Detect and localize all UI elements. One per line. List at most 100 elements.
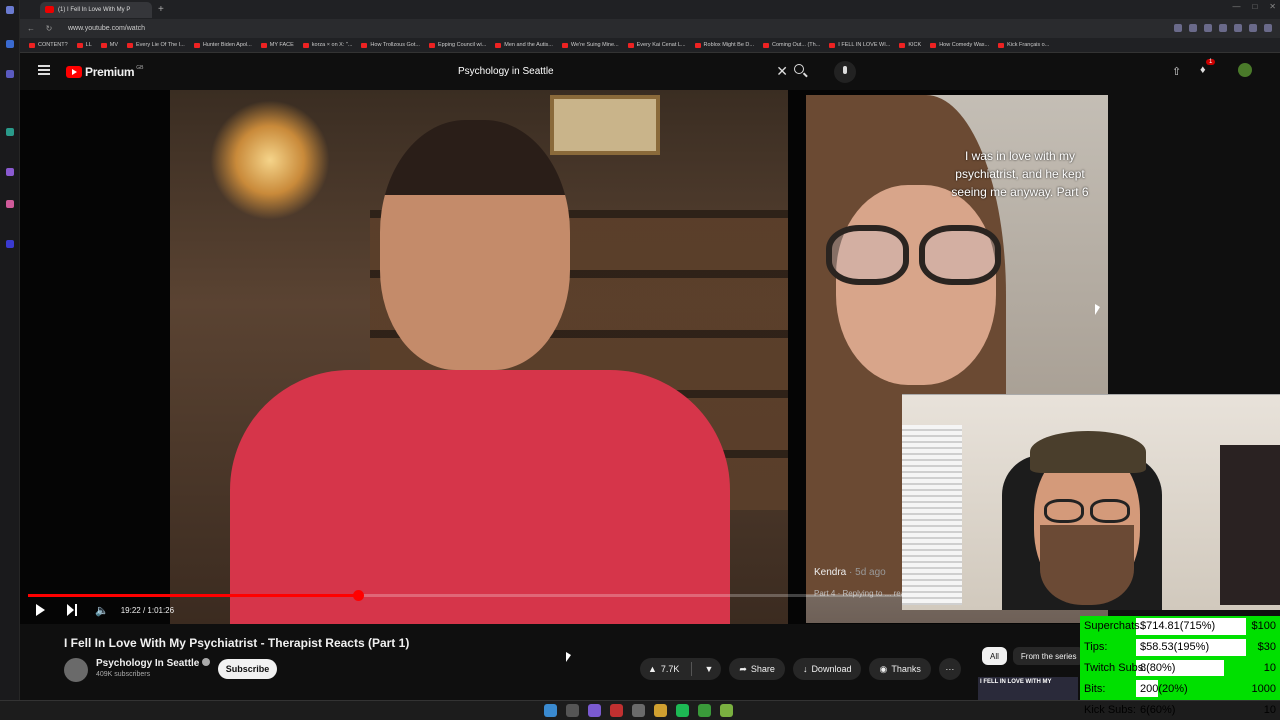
search-input[interactable]	[448, 65, 748, 77]
sidebar-app-icon[interactable]	[6, 240, 14, 248]
window-blinds	[902, 425, 962, 605]
search-button[interactable]	[794, 64, 808, 78]
mic-icon[interactable]	[834, 61, 856, 83]
bookmark-favicon-icon	[127, 42, 134, 48]
share-button[interactable]: ➦ Share	[729, 658, 785, 680]
maximize-icon[interactable]: □	[1252, 2, 1257, 11]
mouse-cursor-icon	[1095, 304, 1100, 315]
bookmark-item[interactable]: Hunter Biden Apol...	[193, 42, 252, 48]
sidebar-app-icon[interactable]	[6, 200, 14, 208]
scrubber-handle[interactable]	[352, 590, 364, 601]
bookmark-item[interactable]: I FELL IN LOVE WI...	[829, 42, 890, 48]
stat-value: $714.81(715%)	[1140, 620, 1216, 633]
extensions-tray	[1174, 24, 1272, 32]
bookmark-favicon-icon	[930, 42, 937, 48]
subscriber-count: 409K subscribers	[96, 671, 151, 678]
bookmark-item[interactable]: How Comedy Was...	[930, 42, 989, 48]
thanks-button[interactable]: ◉ Thanks	[869, 658, 931, 680]
channel-avatar[interactable]	[64, 658, 88, 682]
subscribe-button[interactable]: Subscribe	[218, 659, 277, 679]
chip-all[interactable]: All	[982, 647, 1007, 665]
extension-icon[interactable]	[1189, 24, 1197, 32]
bookmark-item[interactable]: Kick Français o...	[998, 42, 1049, 48]
new-tab-icon[interactable]: +	[158, 4, 164, 15]
windows-start-icon[interactable]	[544, 704, 557, 717]
hamburger-icon[interactable]	[38, 65, 50, 75]
xbox-icon[interactable]	[698, 704, 711, 717]
minimize-icon[interactable]: —	[1232, 2, 1240, 11]
like-button[interactable]: ▲ 7.7K	[640, 664, 687, 674]
logo-text: Premium	[85, 65, 135, 79]
taskbar-app-icon[interactable]	[720, 704, 733, 717]
close-window-icon[interactable]: ✕	[1269, 2, 1276, 11]
youtube-logo[interactable]: Premium GB	[66, 65, 144, 79]
video-actions: ▲ 7.7K ▼ ➦ Share ↓ Download ◉ Thanks ···	[640, 658, 961, 680]
share-icon: ➦	[739, 663, 747, 674]
reload-icon[interactable]: ↻	[42, 24, 56, 33]
bookmark-item[interactable]: KICK	[899, 42, 921, 48]
therapist-shirt	[230, 370, 730, 624]
extension-icon[interactable]	[1234, 24, 1242, 32]
sidebar-app-icon[interactable]	[6, 128, 14, 136]
url-field[interactable]: www.youtube.com/watch	[68, 25, 145, 32]
bookmark-item[interactable]: Coming Out... (Th...	[762, 42, 820, 48]
bookmark-favicon-icon	[561, 42, 568, 48]
recommendation-chips: All From the series	[982, 647, 1085, 665]
folder-icon[interactable]	[654, 704, 667, 717]
stat-label: Tips:	[1084, 641, 1108, 654]
extension-icon[interactable]	[1249, 24, 1257, 32]
dislike-button[interactable]: ▼	[696, 664, 721, 674]
bell-icon[interactable]: ♦ 1	[1200, 59, 1216, 76]
stat-goal: 1000	[1251, 682, 1276, 695]
progress-fill	[28, 594, 358, 597]
upload-icon[interactable]: ⇧	[1172, 65, 1181, 78]
sidebar-app-icon[interactable]	[6, 70, 14, 78]
bookmark-item[interactable]: MY FACE	[260, 42, 294, 48]
account-avatar[interactable]	[1238, 63, 1252, 77]
stat-label: Kick Subs:	[1084, 703, 1136, 716]
taskbar-app-icon[interactable]	[632, 704, 645, 717]
taskbar-app-icon[interactable]	[610, 704, 623, 717]
back-icon[interactable]: ←	[24, 24, 38, 33]
sidebar-app-icon[interactable]	[6, 40, 14, 48]
bookmark-item[interactable]: Men and the Autis...	[495, 42, 553, 48]
bookmark-item[interactable]: korza × on X: "...	[302, 42, 352, 48]
bookmark-item[interactable]: Every Lie Of The I...	[127, 42, 185, 48]
more-icon: ···	[945, 664, 955, 674]
download-button[interactable]: ↓ Download	[792, 658, 862, 680]
bookmark-item[interactable]: LL	[76, 42, 92, 48]
sidebar-app-icon[interactable]	[6, 6, 14, 14]
next-icon[interactable]	[67, 604, 77, 616]
sidebar-app-icon[interactable]	[6, 168, 14, 176]
streamer-cap	[1030, 431, 1146, 473]
tab-title: (1) I Fell In Love With My P	[58, 6, 131, 13]
extension-icon[interactable]	[1204, 24, 1212, 32]
more-actions-button[interactable]: ···	[938, 658, 961, 680]
clear-search-icon[interactable]: ✕	[776, 63, 788, 80]
extension-icon[interactable]	[1174, 24, 1182, 32]
mouse-pointer-icon	[566, 652, 571, 662]
spotify-icon[interactable]	[676, 704, 689, 717]
youtube-header: Premium GB ✕ ⇧ ♦1	[20, 53, 1280, 90]
stat-value: $58.53(195%)	[1140, 641, 1210, 654]
taskbar-app-icon[interactable]	[588, 704, 601, 717]
therapist-head	[380, 120, 570, 370]
bookmark-item[interactable]: Every Kai Cenat L...	[627, 42, 686, 48]
recommended-thumbnail[interactable]: I FELL IN LOVE WITH MY	[978, 677, 1078, 700]
chip-from-series[interactable]: From the series	[1012, 647, 1085, 665]
extension-icon[interactable]	[1219, 24, 1227, 32]
browser-tab-active[interactable]: (1) I Fell In Love With My P	[40, 1, 152, 18]
bookmark-item[interactable]: Epping Council wi...	[428, 42, 486, 48]
taskbar-icons	[544, 704, 733, 717]
extension-icon[interactable]	[1264, 24, 1272, 32]
bookmark-item[interactable]: How Trollzous Got...	[361, 42, 420, 48]
thumbs-up-icon: ▲	[648, 664, 657, 674]
taskbar-search-icon[interactable]	[566, 704, 579, 717]
bookmark-item[interactable]: CONTENT?	[29, 42, 68, 48]
volume-icon[interactable]: 🔈	[95, 604, 109, 617]
bookmark-item[interactable]: We're Suing Mine...	[561, 42, 619, 48]
channel-name[interactable]: Psychology In Seattle	[96, 658, 211, 669]
bookmark-item[interactable]: Roblox Might Be D...	[694, 42, 754, 48]
play-icon[interactable]	[36, 604, 45, 616]
bookmark-item[interactable]: MV	[100, 42, 118, 48]
